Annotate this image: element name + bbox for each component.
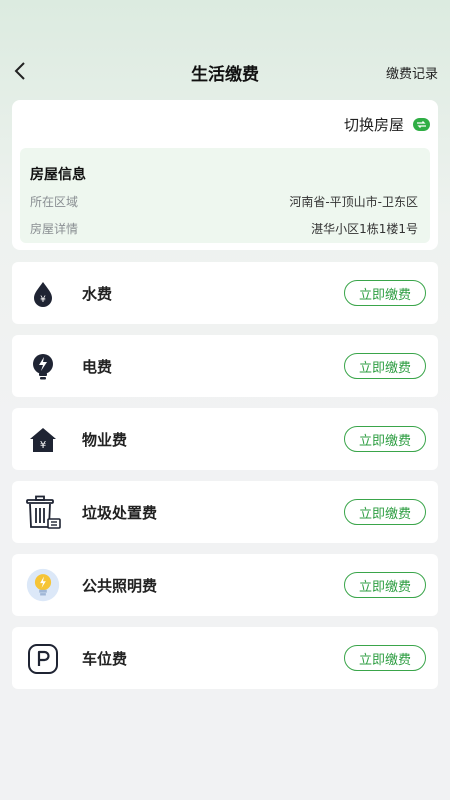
house-info-title: 房屋信息 xyxy=(30,167,86,183)
fee-card-public-lighting[interactable]: 公共照明费 立即缴费 xyxy=(12,554,438,616)
water-drop-icon: ¥ xyxy=(24,275,62,313)
fee-card-garbage[interactable]: 垃圾处置费 立即缴费 xyxy=(12,481,438,543)
house-card: 切换房屋 房屋信息 所在区域 河南省-平顶山市-卫东区 房屋详情 湛华小区1栋1… xyxy=(12,100,438,250)
pay-now-button[interactable]: 立即缴费 xyxy=(344,645,426,671)
switch-house-button[interactable]: 切换房屋 xyxy=(344,114,430,135)
detail-row: 房屋详情 湛华小区1栋1楼1号 xyxy=(30,220,418,237)
area-row: 所在区域 河南省-平顶山市-卫东区 xyxy=(30,193,418,210)
light-bulb-icon xyxy=(24,567,62,605)
svg-text:¥: ¥ xyxy=(40,440,46,451)
fee-card-parking[interactable]: 车位费 立即缴费 xyxy=(12,627,438,689)
fee-name: 垃圾处置费 xyxy=(82,504,158,522)
fee-card-electricity[interactable]: 电费 立即缴费 xyxy=(12,335,438,397)
fee-card-property[interactable]: ¥ 物业费 立即缴费 xyxy=(12,408,438,470)
pay-now-button[interactable]: 立即缴费 xyxy=(344,499,426,525)
fee-card-water[interactable]: ¥ 水费 立即缴费 xyxy=(12,262,438,324)
parking-icon xyxy=(24,640,62,678)
area-value: 河南省-平顶山市-卫东区 xyxy=(289,195,418,209)
page-title: 生活缴费 xyxy=(191,65,259,85)
detail-value: 湛华小区1栋1楼1号 xyxy=(311,222,418,236)
pay-now-button[interactable]: 立即缴费 xyxy=(344,572,426,598)
lightning-bulb-icon xyxy=(24,348,62,386)
fee-name: 水费 xyxy=(82,285,113,303)
fee-name: 电费 xyxy=(82,358,113,376)
trash-bin-icon xyxy=(24,494,62,532)
detail-label: 房屋详情 xyxy=(30,222,79,236)
switch-icon xyxy=(413,118,430,131)
fee-name: 物业费 xyxy=(82,431,128,449)
switch-house-label: 切换房屋 xyxy=(343,116,404,134)
house-yen-icon: ¥ xyxy=(24,421,62,459)
pay-now-button[interactable]: 立即缴费 xyxy=(344,426,426,452)
fee-name: 公共照明费 xyxy=(82,577,158,595)
payment-records-link[interactable]: 缴费记录 xyxy=(386,63,438,82)
nav-bar: 生活缴费 缴费记录 xyxy=(0,0,450,100)
svg-text:¥: ¥ xyxy=(40,295,46,305)
house-info-box: 房屋信息 所在区域 河南省-平顶山市-卫东区 房屋详情 湛华小区1栋1楼1号 xyxy=(20,148,430,243)
pay-now-button[interactable]: 立即缴费 xyxy=(344,280,426,306)
area-label: 所在区域 xyxy=(30,195,79,209)
fee-name: 车位费 xyxy=(82,650,128,668)
pay-now-button[interactable]: 立即缴费 xyxy=(344,353,426,379)
